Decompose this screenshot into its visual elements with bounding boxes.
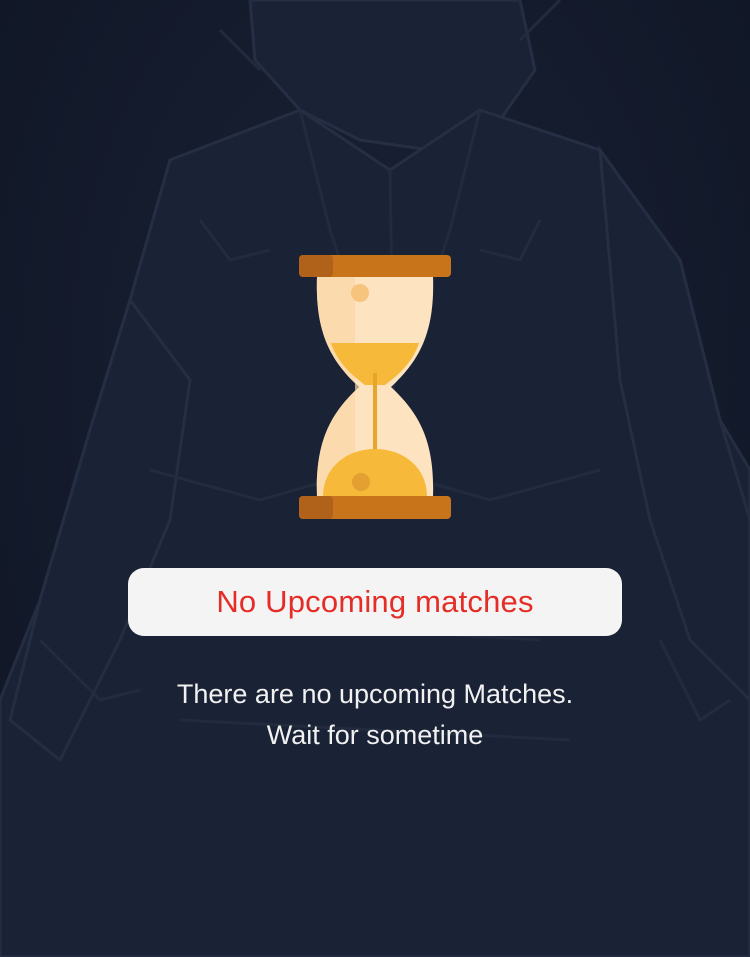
no-matches-message: There are no upcoming Matches. Wait for … [0,674,750,756]
hourglass-icon [299,255,451,519]
message-line-1: There are no upcoming Matches. [176,679,574,709]
no-matches-screen: No Upcoming matches There are no upcomin… [0,0,750,957]
message-line-2: Wait for sometime [266,720,484,750]
no-matches-title: No Upcoming matches [216,584,534,619]
no-matches-title-pill: No Upcoming matches [128,568,622,636]
